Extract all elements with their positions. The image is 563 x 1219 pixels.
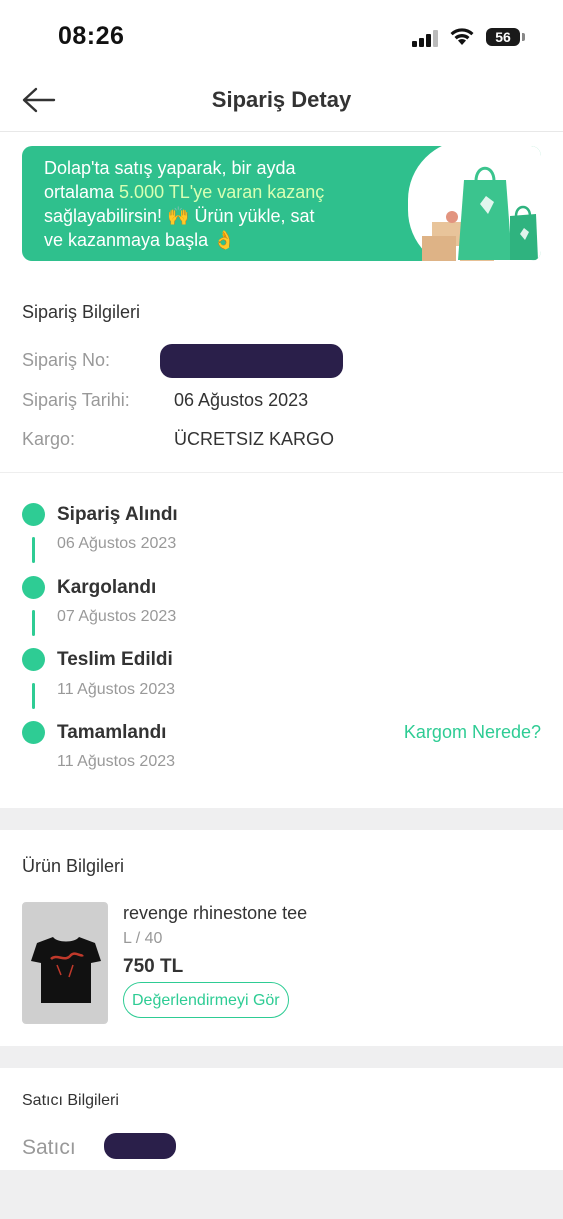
promo-text: Dolap'ta satış yaparak, bir ayda ortalam… <box>44 156 384 252</box>
step-title: Sipariş Alındı <box>57 504 178 525</box>
shipping-label: Kargo: <box>22 429 76 449</box>
cellular-signal-icon <box>412 30 438 47</box>
order-timeline: Sipariş Alındı 06 Ağustos 2023 Kargoland… <box>0 473 563 808</box>
redacted-order-number <box>160 344 343 378</box>
step-title: Tamamlandı <box>57 722 167 743</box>
order-date-value: 06 Ağustos 2023 <box>174 390 309 410</box>
promo-line-2-prefix: ortalama <box>44 182 120 202</box>
promo-line-3: sağlayabilirsin! 🙌 Ürün yükle, sat <box>44 206 315 226</box>
seller-info-section: Satıcı Bilgileri Satıcı <box>0 1068 563 1170</box>
track-shipment-link[interactable]: Kargom Nerede? <box>404 722 541 743</box>
shipping-value: ÜCRETSIZ KARGO <box>174 429 335 449</box>
step-title: Kargolandı <box>57 577 157 598</box>
step-date: 07 Ağustos 2023 <box>57 608 177 625</box>
timeline-dot <box>22 576 45 599</box>
clock: 08:26 <box>58 22 125 50</box>
promo-line-4: ve kazanmaya başla 👌 <box>44 230 236 250</box>
product-name[interactable]: revenge rhinestone tee <box>123 903 307 924</box>
promo-highlight: 5.000 TL'ye varan kazanç <box>119 182 325 202</box>
step-date: 11 Ağustos 2023 <box>57 681 176 698</box>
order-date-label: Sipariş Tarihi: <box>22 390 130 410</box>
battery-indicator: 56 <box>486 28 520 46</box>
product-size: L / 40 <box>123 930 163 947</box>
promo-line-2: ortalama 5.000 TL'ye varan kazanç <box>44 180 384 204</box>
promo-section: Dolap'ta satış yaparak, bir ayda ortalam… <box>0 132 563 277</box>
timeline-dot <box>22 503 45 526</box>
order-info-section: Sipariş Bilgileri Sipariş No: Sipariş Ta… <box>0 277 563 473</box>
tshirt-image <box>23 903 107 1023</box>
step-title: Teslim Edildi <box>57 649 173 670</box>
promo-line-1: Dolap'ta satış yaparak, bir ayda <box>44 158 296 178</box>
step-date: 06 Ağustos 2023 <box>57 535 177 552</box>
timeline-connector <box>32 610 35 636</box>
battery-cap <box>522 33 525 41</box>
promo-banner[interactable]: Dolap'ta satış yaparak, bir ayda ortalam… <box>22 146 541 261</box>
seller-label: Satıcı <box>22 1136 76 1159</box>
timeline-connector <box>32 683 35 709</box>
step-date: 11 Ağustos 2023 <box>57 753 176 770</box>
view-review-button[interactable]: Değerlendirmeyi Gör <box>123 982 289 1018</box>
product-info-title: Ürün Bilgileri <box>22 856 125 876</box>
order-no-label: Sipariş No: <box>22 350 111 370</box>
top-navigation: Sipariş Detay <box>0 75 563 132</box>
status-bar: 08:26 56 <box>0 0 563 75</box>
redacted-seller-name[interactable] <box>104 1133 176 1159</box>
product-info-section: Ürün Bilgileri revenge rhinestone tee L … <box>0 830 563 1046</box>
order-info-title: Sipariş Bilgileri <box>22 302 141 322</box>
seller-info-title: Satıcı Bilgileri <box>22 1092 119 1109</box>
wifi-icon <box>450 28 474 45</box>
product-thumbnail[interactable] <box>22 902 108 1024</box>
timeline-dot <box>22 721 45 744</box>
timeline-connector <box>32 537 35 563</box>
page-title: Sipariş Detay <box>211 87 352 112</box>
shopping-bags-illustration <box>422 166 538 261</box>
product-price: 750 TL <box>123 956 184 977</box>
timeline-dot <box>22 648 45 671</box>
